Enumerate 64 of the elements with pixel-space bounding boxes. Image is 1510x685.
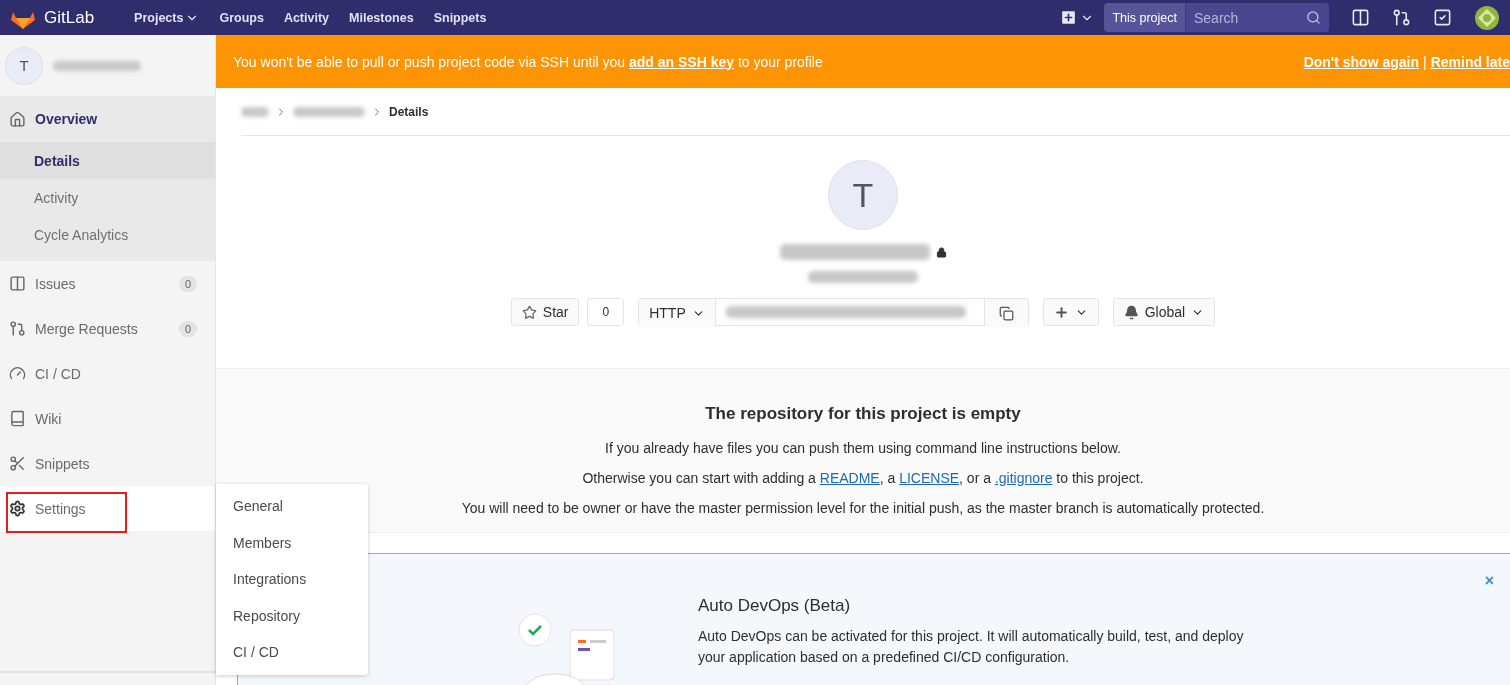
clone-url-field[interactable] bbox=[714, 299, 985, 325]
nav-link[interactable]: Snippets bbox=[433, 10, 487, 25]
todo-icon[interactable] bbox=[1433, 8, 1452, 27]
empty-repo-text: You will need to be owner or have the master permission level for the initial push, as the master branch is automatically protected. bbox=[461, 500, 1265, 516]
project-avatar: T bbox=[828, 160, 898, 230]
flyout-item[interactable]: Integrations bbox=[216, 561, 368, 598]
book-icon bbox=[9, 410, 26, 427]
blurred-text bbox=[293, 106, 365, 117]
separator: | bbox=[1423, 53, 1427, 70]
settings-icon bbox=[9, 500, 26, 517]
sidebar-item[interactable]: Settings bbox=[0, 486, 215, 531]
user-avatar-icon[interactable] bbox=[1474, 4, 1500, 31]
sidebar-subitem[interactable]: Details bbox=[0, 142, 215, 179]
nav-link[interactable]: Activity bbox=[283, 10, 330, 25]
issues-icon bbox=[9, 275, 26, 292]
breadcrumb-current: Details bbox=[389, 104, 429, 119]
banner-message: You won't be able to pull or push project code via SSH until you add an SSH key to your profile bbox=[233, 53, 824, 70]
gauge-icon bbox=[9, 365, 26, 382]
count-badge: 0 bbox=[178, 320, 197, 337]
star-button[interactable]: Star bbox=[510, 298, 580, 326]
search-field[interactable]: Search bbox=[1185, 3, 1329, 32]
empty-repo-title: The repository for this project is empty bbox=[705, 404, 1021, 424]
sidebar-item[interactable]: Snippets bbox=[0, 441, 215, 486]
issues-icon[interactable] bbox=[1351, 8, 1370, 27]
scissors-icon bbox=[9, 455, 26, 472]
project-avatar[interactable]: T bbox=[5, 46, 43, 85]
sidebar-subitem[interactable]: Activity bbox=[0, 179, 215, 216]
blurred-text bbox=[241, 106, 269, 117]
empty-repo-text: Otherwise you can start with adding a README, a LICENSE, or a .gitignore to this project. bbox=[582, 470, 1144, 486]
flyout-item[interactable]: Members bbox=[216, 524, 368, 561]
sidebar-item[interactable]: CI / CD bbox=[0, 351, 215, 396]
merge-request-icon bbox=[9, 320, 26, 337]
plus-icon bbox=[1053, 304, 1069, 320]
nav-link[interactable]: Milestones bbox=[349, 10, 414, 25]
auto-devops-title: Auto DevOps (Beta) bbox=[698, 596, 852, 616]
sidebar-item[interactable]: Merge Requests 0 bbox=[0, 306, 215, 351]
brand-name[interactable]: GitLab bbox=[44, 7, 95, 28]
link[interactable]: README bbox=[819, 470, 880, 486]
star-count: 0 bbox=[587, 298, 625, 326]
flyout-item[interactable]: General bbox=[216, 488, 368, 525]
sidebar-subitem[interactable]: Cycle Analytics bbox=[0, 216, 215, 253]
sidebar-item[interactable]: Issues 0 bbox=[0, 261, 215, 306]
empty-repo-text: If you already have files you can push them using command line instructions below. bbox=[605, 440, 1121, 456]
bell-icon bbox=[1123, 304, 1139, 320]
add-dropdown[interactable] bbox=[1042, 298, 1099, 326]
sidebar-item[interactable]: Wiki bbox=[0, 396, 215, 441]
auto-devops-text: Auto DevOps can be activated for this project. It will automatically build, test, and deploy your application based on a predefined CI/CD configuration. bbox=[698, 627, 1245, 667]
sidebar-item[interactable]: Overview bbox=[0, 96, 215, 142]
notification-dropdown[interactable]: Global bbox=[1112, 298, 1216, 326]
copy-button[interactable] bbox=[984, 299, 1028, 327]
search-scope[interactable]: This project bbox=[1104, 3, 1185, 32]
flyout-item[interactable]: Repository bbox=[216, 597, 368, 634]
merge-request-icon[interactable] bbox=[1392, 8, 1411, 27]
search-icon[interactable] bbox=[1306, 10, 1321, 25]
lock-icon bbox=[935, 246, 947, 258]
star-icon bbox=[521, 304, 537, 320]
nav-link[interactable]: Projects bbox=[134, 10, 200, 25]
count-badge: 0 bbox=[178, 275, 197, 292]
link[interactable]: .gitignore bbox=[994, 470, 1053, 486]
flyout-item[interactable]: CI / CD bbox=[216, 634, 368, 671]
home-icon bbox=[9, 110, 26, 128]
protocol-dropdown[interactable]: HTTP bbox=[639, 299, 715, 327]
copy-icon bbox=[998, 305, 1014, 321]
nav-link[interactable]: Groups bbox=[219, 10, 264, 25]
